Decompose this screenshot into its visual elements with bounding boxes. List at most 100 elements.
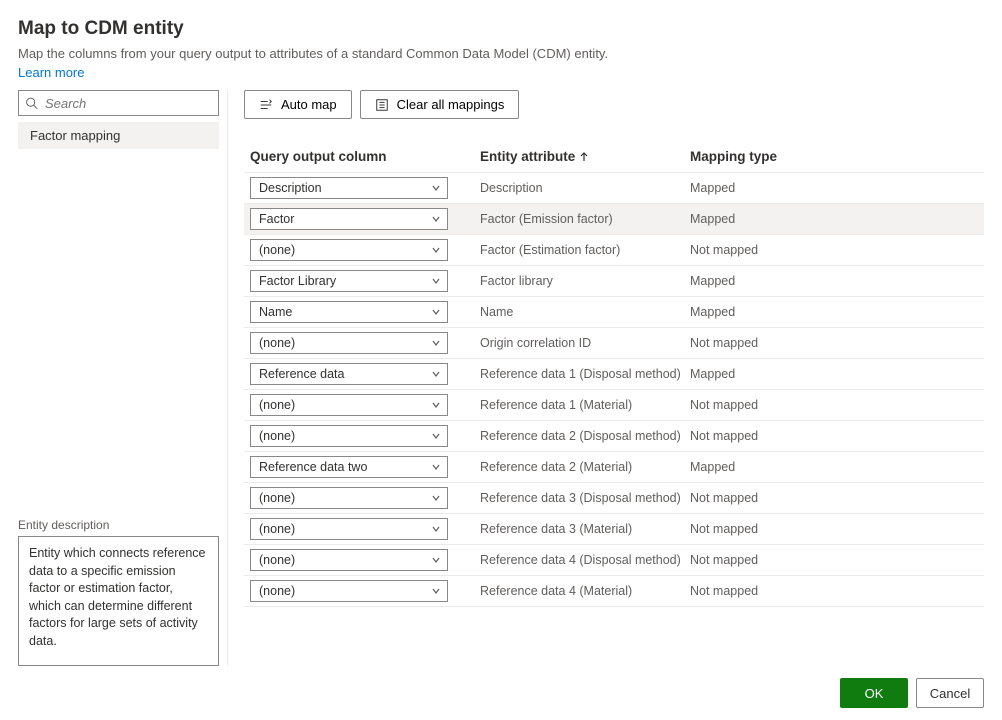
query-column-select[interactable]: Description (250, 177, 448, 199)
sort-ascending-icon (579, 152, 589, 162)
query-column-value: (none) (259, 522, 295, 536)
entity-attribute-cell: Reference data 3 (Disposal method) (480, 491, 690, 505)
column-header-query[interactable]: Query output column (250, 149, 480, 164)
entity-attribute-cell: Origin correlation ID (480, 336, 690, 350)
page-subtitle: Map the columns from your query output t… (18, 46, 984, 61)
mapping-type-cell: Mapped (690, 212, 984, 226)
query-column-select[interactable]: (none) (250, 580, 448, 602)
mapping-type-cell: Mapped (690, 367, 984, 381)
query-column-value: (none) (259, 243, 295, 257)
clear-all-mappings-button[interactable]: Clear all mappings (360, 90, 520, 119)
chevron-down-icon (431, 183, 441, 193)
mapping-type-cell: Mapped (690, 460, 984, 474)
table-row[interactable]: (none) Reference data 2 (Disposal method)… (244, 420, 984, 451)
chevron-down-icon (431, 462, 441, 472)
main-panel: Auto map Clear all mappings (244, 90, 984, 666)
query-column-value: Factor Library (259, 274, 336, 288)
chevron-down-icon (431, 214, 441, 224)
cancel-button[interactable]: Cancel (916, 678, 984, 708)
table-row[interactable]: (none) Reference data 3 (Disposal method)… (244, 482, 984, 513)
table-row[interactable]: Factor Factor (Emission factor)Mapped (244, 203, 984, 234)
mapping-type-cell: Not mapped (690, 336, 984, 350)
query-column-value: Name (259, 305, 292, 319)
chevron-down-icon (431, 276, 441, 286)
entity-attribute-cell: Reference data 2 (Material) (480, 460, 690, 474)
query-column-select[interactable]: (none) (250, 425, 448, 447)
entity-attribute-cell: Reference data 4 (Disposal method) (480, 553, 690, 567)
query-column-select[interactable]: (none) (250, 394, 448, 416)
entity-attribute-cell: Factor (Emission factor) (480, 212, 690, 226)
entity-attribute-cell: Reference data 4 (Material) (480, 584, 690, 598)
query-column-value: Reference data (259, 367, 344, 381)
search-input[interactable] (18, 90, 219, 116)
chevron-down-icon (431, 524, 441, 534)
query-column-value: (none) (259, 429, 295, 443)
query-column-select[interactable]: (none) (250, 332, 448, 354)
column-header-attribute-label: Entity attribute (480, 149, 575, 164)
auto-map-button[interactable]: Auto map (244, 90, 352, 119)
mapping-type-cell: Mapped (690, 274, 984, 288)
clear-all-icon (375, 98, 389, 112)
column-header-type[interactable]: Mapping type (690, 149, 984, 164)
chevron-down-icon (431, 338, 441, 348)
entity-attribute-cell: Description (480, 181, 690, 195)
query-column-value: (none) (259, 584, 295, 598)
table-row[interactable]: (none) Reference data 4 (Disposal method)… (244, 544, 984, 575)
mapping-type-cell: Not mapped (690, 553, 984, 567)
sidebar-item-factor-mapping[interactable]: Factor mapping (18, 122, 219, 149)
query-column-select[interactable]: (none) (250, 549, 448, 571)
page-title: Map to CDM entity (18, 18, 984, 40)
table-row[interactable]: DescriptionDescriptionMapped (244, 172, 984, 203)
query-column-select[interactable]: Reference data (250, 363, 448, 385)
query-column-select[interactable]: (none) (250, 239, 448, 261)
mapping-type-cell: Not mapped (690, 429, 984, 443)
mapping-type-cell: Not mapped (690, 243, 984, 257)
entity-attribute-cell: Reference data 2 (Disposal method) (480, 429, 690, 443)
table-row[interactable]: (none) Reference data 3 (Material)Not map… (244, 513, 984, 544)
table-row[interactable]: (none)Reference data 1 (Material)Not map… (244, 389, 984, 420)
chevron-down-icon (431, 431, 441, 441)
table-row[interactable]: NameNameMapped (244, 296, 984, 327)
table-row[interactable]: Reference data two Reference data 2 (Mate… (244, 451, 984, 482)
query-column-select[interactable]: Name (250, 301, 448, 323)
entity-attribute-cell: Reference data 3 (Material) (480, 522, 690, 536)
entity-attribute-cell: Factor library (480, 274, 690, 288)
column-header-attribute[interactable]: Entity attribute (480, 149, 690, 164)
query-column-select[interactable]: Factor Library (250, 270, 448, 292)
chevron-down-icon (431, 493, 441, 503)
mapping-type-cell: Not mapped (690, 522, 984, 536)
query-column-value: (none) (259, 336, 295, 350)
entity-attribute-cell: Name (480, 305, 690, 319)
entity-attribute-cell: Reference data 1 (Material) (480, 398, 690, 412)
auto-map-icon (259, 98, 273, 112)
chevron-down-icon (431, 555, 441, 565)
table-row[interactable]: Factor Library Factor libraryMapped (244, 265, 984, 296)
table-row[interactable]: (none) Factor (Estimation factor)Not mapp… (244, 234, 984, 265)
entity-description-box: Entity which connects reference data to … (18, 536, 219, 666)
table-row[interactable]: (none) Reference data 4 (Material)Not map… (244, 575, 984, 607)
ok-button[interactable]: OK (840, 678, 908, 708)
query-column-select[interactable]: Factor (250, 208, 448, 230)
entity-description-label: Entity description (18, 518, 219, 532)
query-column-value: (none) (259, 491, 295, 505)
query-column-select[interactable]: (none) (250, 518, 448, 540)
table-row[interactable]: (none) Origin correlation IDNot mapped (244, 327, 984, 358)
mapping-type-cell: Not mapped (690, 584, 984, 598)
mapping-table: Query output column Entity attribute Map… (244, 141, 984, 607)
query-column-select[interactable]: (none) (250, 487, 448, 509)
query-column-value: (none) (259, 398, 295, 412)
entity-attribute-cell: Reference data 1 (Disposal method) (480, 367, 690, 381)
chevron-down-icon (431, 400, 441, 410)
query-column-value: Description (259, 181, 322, 195)
entity-attribute-cell: Factor (Estimation factor) (480, 243, 690, 257)
chevron-down-icon (431, 307, 441, 317)
query-column-select[interactable]: Reference data two (250, 456, 448, 478)
sidebar: Factor mapping Entity description Entity… (18, 90, 228, 666)
query-column-value: (none) (259, 553, 295, 567)
chevron-down-icon (431, 245, 441, 255)
query-column-value: Factor (259, 212, 294, 226)
learn-more-link[interactable]: Learn more (18, 65, 984, 80)
table-row[interactable]: Reference data Reference data 1 (Disposal… (244, 358, 984, 389)
search-icon (25, 97, 38, 110)
chevron-down-icon (431, 369, 441, 379)
